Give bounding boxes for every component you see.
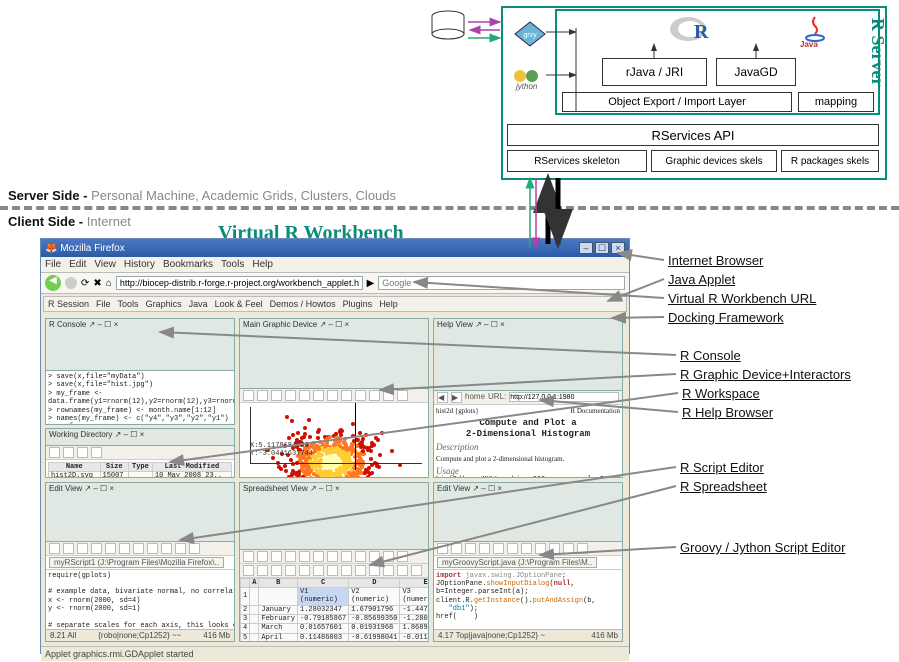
- applet-menu[interactable]: R SessionFileToolsGraphicsJavaLook & Fee…: [43, 296, 627, 312]
- spreadsheet-table[interactable]: ABCDEF1V1 (numeric)V2 (numeric)V3 (numer…: [240, 578, 428, 642]
- url-input[interactable]: [116, 276, 363, 290]
- label-script: R Script Editor: [680, 460, 764, 475]
- client-side-label: Client Side - Internet: [8, 214, 131, 229]
- working-directory-panel[interactable]: Working Directory ↗ – ☐ × NameSizeTypeLa…: [45, 428, 235, 478]
- javagd-box: JavaGD: [716, 58, 796, 86]
- go-icon[interactable]: ▶: [367, 278, 375, 289]
- browser-window: 🦊 Mozilla Firefox –☐× FileEditViewHistor…: [40, 238, 630, 654]
- wd-toolbar[interactable]: [46, 446, 234, 460]
- rpackages-skels-box: R packages skels: [781, 150, 879, 172]
- scatter-plot[interactable]: [240, 403, 428, 470]
- java-label: Java: [800, 40, 818, 49]
- label-docking: Docking Framework: [668, 310, 784, 325]
- ss-toolbar2[interactable]: [240, 564, 428, 578]
- mapping-box: mapping: [798, 92, 874, 112]
- rservices-api-box: RServices API: [507, 124, 879, 146]
- server-side-label: Server Side - Personal Machine, Academic…: [8, 188, 396, 203]
- firefox-icon: 🦊: [45, 243, 57, 254]
- address-bar: ◀ ⟳ ✖ ⌂ ▶: [41, 273, 629, 294]
- ss-toolbar[interactable]: [240, 550, 428, 564]
- divider-line: [0, 206, 899, 210]
- svg-text:grvy: grvy: [523, 32, 537, 39]
- stop-icon[interactable]: ✖: [93, 278, 101, 289]
- database-icon: [428, 10, 468, 44]
- graphic-skels-box: Graphic devices skels: [651, 150, 777, 172]
- nav-back-icon[interactable]: ◀: [45, 275, 61, 291]
- label-workspace: R Workspace: [682, 386, 760, 401]
- editor1-tab[interactable]: myRScript1 (J:\Program Files\Mozilla Fir…: [49, 557, 224, 568]
- export-layer-box: Object Export / Import Layer: [562, 92, 792, 112]
- help-url-input[interactable]: [509, 392, 619, 402]
- wd-table[interactable]: NameSizeTypeLast Modified hist2D.svg1500…: [48, 462, 232, 477]
- graphic-toolbar[interactable]: [240, 389, 428, 403]
- label-help: R Help Browser: [682, 405, 773, 420]
- jython-label: jython: [516, 82, 537, 91]
- rservices-skeleton-box: RServices skeleton: [507, 150, 647, 172]
- label-spreadsheet: R Spreadsheet: [680, 479, 767, 494]
- label-console: R Console: [680, 348, 741, 363]
- rjava-box: rJava / JRI: [602, 58, 707, 86]
- reload-icon[interactable]: ⟳: [81, 278, 89, 289]
- browser-status: Applet graphics.rmi.GDApplet started: [41, 646, 629, 661]
- search-input[interactable]: [378, 276, 625, 290]
- browser-titlebar[interactable]: 🦊 Mozilla Firefox –☐×: [41, 239, 629, 257]
- r-console-panel[interactable]: R Console ↗ – ☐ × > save(x,file="myData"…: [45, 318, 235, 425]
- maximize-icon: ☐: [595, 242, 609, 254]
- label-graphic: R Graphic Device+Interactors: [680, 367, 851, 382]
- script-editor-panel[interactable]: Edit View ↗ – ☐ × myRScript1 (J:\Program…: [45, 482, 235, 642]
- browser-menu[interactable]: FileEditViewHistoryBookmarksToolsHelp: [41, 257, 629, 273]
- help-fwd-icon: ▶: [451, 392, 462, 403]
- label-applet: Java Applet: [668, 272, 735, 287]
- label-browser: Internet Browser: [668, 253, 763, 268]
- minimize-icon: –: [579, 242, 593, 254]
- editor2-tab[interactable]: myGroovyScript.java (J:\Program Files\M.…: [437, 557, 597, 568]
- help-back-icon: ◀: [437, 392, 448, 403]
- label-groovy: Groovy / Jython Script Editor: [680, 540, 845, 555]
- home-icon[interactable]: ⌂: [106, 278, 112, 289]
- groovy-icon: grvy: [513, 20, 547, 48]
- r-logo-icon: R: [668, 14, 714, 44]
- r-console-body[interactable]: > save(x,file="myData") > save(x,file="h…: [46, 371, 234, 424]
- editor2-toolbar[interactable]: [434, 542, 622, 556]
- spreadsheet-panel[interactable]: Spreadsheet View ↗ – ☐ × ABCDEF1V1 (nume…: [239, 482, 429, 642]
- help-panel[interactable]: Help View ↗ – ☐ × ◀▶homeURL: hist2d {gpl…: [433, 318, 623, 478]
- editor1-toolbar[interactable]: [46, 542, 234, 556]
- groovy-editor-panel[interactable]: Edit View ↗ – ☐ × myGroovyScript.java (J…: [433, 482, 623, 642]
- window-controls[interactable]: –☐×: [577, 242, 625, 254]
- svg-text:R: R: [694, 21, 709, 43]
- label-url: Virtual R Workbench URL: [668, 291, 816, 306]
- close-icon: ×: [611, 242, 625, 254]
- plot-coords: X:5.1178184870 Y:-3.0441637744: [250, 442, 313, 458]
- nav-fwd-icon[interactable]: [65, 277, 77, 289]
